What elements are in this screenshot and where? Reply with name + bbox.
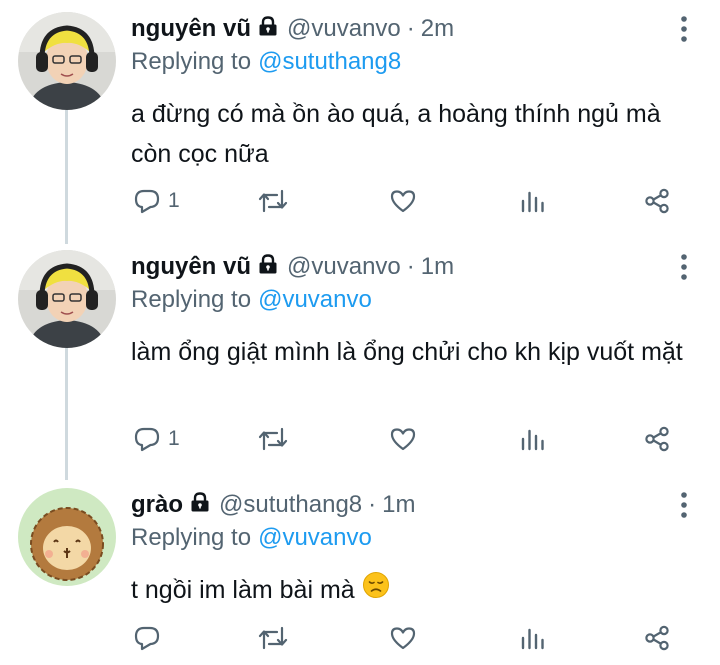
like-button[interactable] <box>389 422 417 456</box>
display-name[interactable]: nguyên vũ <box>131 15 251 43</box>
user-handle[interactable]: @vuvanvo <box>287 253 401 281</box>
stats-button[interactable] <box>519 184 547 218</box>
tweet-header: nguyên vũ @vuvanvo · 2m <box>131 12 454 46</box>
mention-link[interactable]: @vuvanvo <box>258 286 372 313</box>
stats-button[interactable] <box>519 422 547 456</box>
reply-count: 1 <box>168 189 180 212</box>
retweet-icon <box>257 425 289 453</box>
reply-icon <box>133 187 161 215</box>
replying-to: Replying to @vuvanvo <box>131 524 372 552</box>
tweet[interactable]: nguyên vũ @vuvanvo · 1m Replying to @vuva… <box>0 250 720 470</box>
share-button[interactable] <box>643 621 671 655</box>
share-icon <box>643 425 671 453</box>
stats-button[interactable] <box>519 621 547 655</box>
tweet-header: grào @sututhang8 · 1m <box>131 488 416 522</box>
share-icon <box>643 624 671 652</box>
stats-icon <box>519 187 547 215</box>
more-icon[interactable] <box>678 252 690 282</box>
share-button[interactable] <box>643 184 671 218</box>
replying-label: Replying to <box>131 48 252 75</box>
stats-icon <box>519 425 547 453</box>
mention-link[interactable]: @vuvanvo <box>258 524 372 551</box>
tweet-text-content: t ngồi im làm bài mà <box>131 576 355 604</box>
action-bar: 1 <box>131 184 691 218</box>
disappointed-face-icon <box>362 571 390 611</box>
mention-link[interactable]: @sututhang8 <box>258 48 401 75</box>
tweet-text: t ngồi im làm bài mà <box>131 570 691 611</box>
avatar[interactable] <box>18 12 116 110</box>
like-button[interactable] <box>389 621 417 655</box>
replying-label: Replying to <box>131 286 252 313</box>
share-button[interactable] <box>643 422 671 456</box>
separator-dot: · <box>368 491 377 518</box>
like-icon <box>389 425 417 453</box>
tweet-text: a đừng có mà ồn ào quá, a hoàng thính ng… <box>131 100 661 168</box>
timestamp[interactable]: 2m <box>421 15 454 43</box>
reply-button[interactable]: 1 <box>133 184 180 218</box>
separator-dot: · <box>406 15 415 42</box>
action-bar <box>131 621 691 655</box>
retweet-icon <box>257 187 289 215</box>
timestamp[interactable]: 1m <box>421 253 454 281</box>
separator-dot: · <box>406 253 415 280</box>
more-icon[interactable] <box>678 14 690 44</box>
like-icon <box>389 624 417 652</box>
tweet-header: nguyên vũ @vuvanvo · 1m <box>131 250 454 284</box>
tweet-text: làm ổng giật mình là ổng chửi cho kh kịp… <box>131 338 683 366</box>
user-handle[interactable]: @vuvanvo <box>287 15 401 43</box>
lock-icon <box>189 491 211 520</box>
replying-label: Replying to <box>131 524 252 551</box>
more-icon[interactable] <box>678 490 690 520</box>
display-name[interactable]: nguyên vũ <box>131 253 251 281</box>
share-icon <box>643 187 671 215</box>
retweet-button[interactable] <box>257 621 289 655</box>
reply-icon <box>133 624 161 652</box>
lock-icon <box>257 253 279 282</box>
like-icon <box>389 187 417 215</box>
tweet[interactable]: grào @sututhang8 · 1m Replying to @vuvanv… <box>0 488 720 665</box>
reply-button[interactable] <box>133 621 161 655</box>
replying-to: Replying to @vuvanvo <box>131 286 372 314</box>
timestamp[interactable]: 1m <box>382 491 415 519</box>
reply-count: 1 <box>168 427 180 450</box>
action-bar: 1 <box>131 422 691 456</box>
stats-icon <box>519 624 547 652</box>
reply-button[interactable]: 1 <box>133 422 180 456</box>
retweet-button[interactable] <box>257 184 289 218</box>
replying-to: Replying to @sututhang8 <box>131 48 401 76</box>
like-button[interactable] <box>389 184 417 218</box>
avatar[interactable] <box>18 488 116 586</box>
user-handle[interactable]: @sututhang8 <box>219 491 362 519</box>
retweet-button[interactable] <box>257 422 289 456</box>
lock-icon <box>257 15 279 44</box>
reply-icon <box>133 425 161 453</box>
avatar[interactable] <box>18 250 116 348</box>
retweet-icon <box>257 624 289 652</box>
display-name[interactable]: grào <box>131 491 183 519</box>
tweet[interactable]: nguyên vũ @vuvanvo · 2m Replying to @sutu… <box>0 12 720 232</box>
